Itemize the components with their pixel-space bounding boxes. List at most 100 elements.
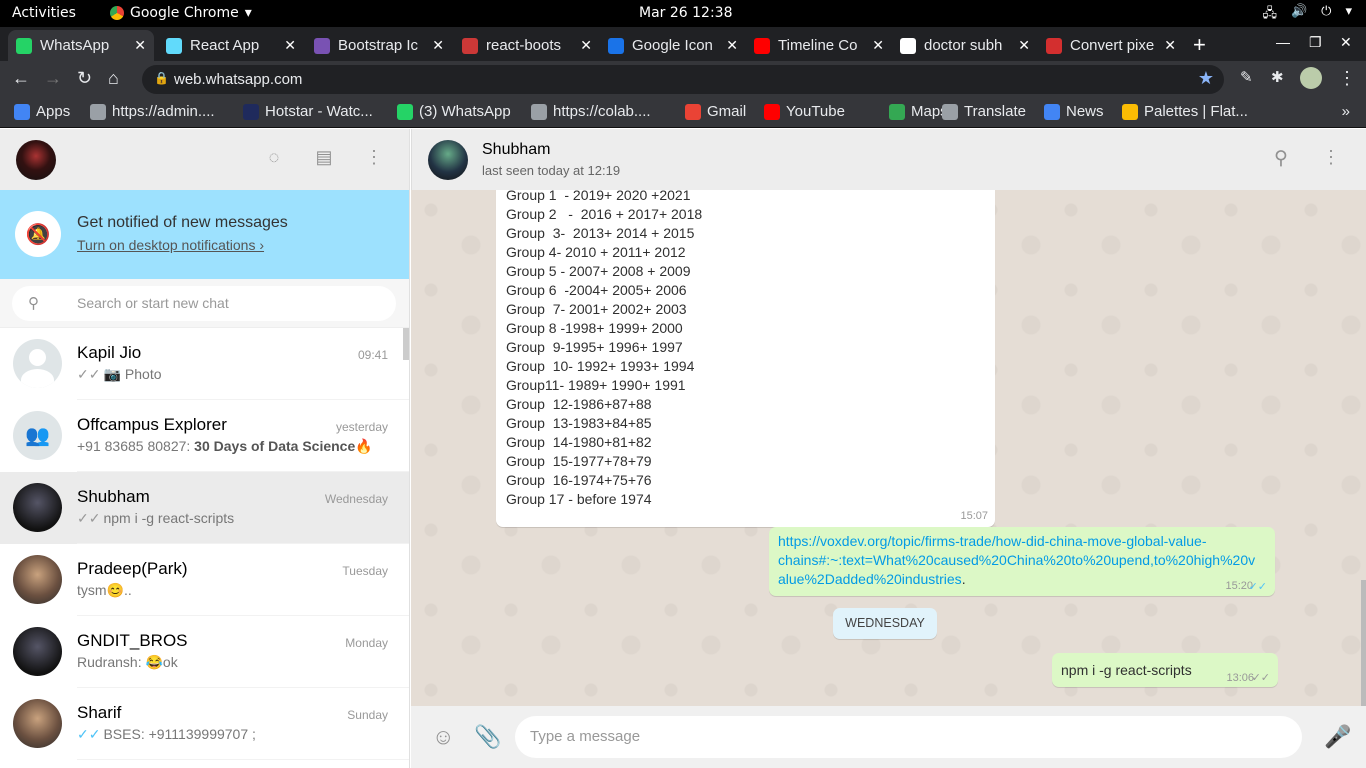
- message-link[interactable]: https://voxdev.org/topic/firms-trade/how…: [778, 532, 1266, 589]
- chat-preview: ok: [162, 654, 178, 670]
- menu-icon[interactable]: ⋮: [1319, 147, 1343, 171]
- message-line: Group 2 - 2016 + 2017+ 2018: [506, 206, 703, 222]
- tab-react[interactable]: React App ✕: [158, 30, 304, 61]
- extension-pen-icon[interactable]: ✎: [1240, 68, 1253, 86]
- emoji-icon[interactable]: ☺: [432, 724, 454, 750]
- chat-item[interactable]: Kapil Jio 09:41 ✓✓ 📷 Photo: [0, 328, 409, 400]
- tab-title: Timeline Co: [778, 37, 858, 54]
- search-icon: ⚲: [28, 295, 39, 312]
- tab-strip: WhatsApp ✕ React App ✕ Bootstrap Ic ✕ react-bo…: [0, 27, 1366, 61]
- outgoing-message[interactable]: npm i -g react-scripts 13:06 ✓✓: [1052, 653, 1278, 687]
- chat-item[interactable]: Shubham Wednesday ✓✓ npm i -g react-scripts: [0, 472, 409, 544]
- message-line: Group 3- 2013+ 2014 + 2015: [506, 225, 695, 241]
- bookmark-item[interactable]: Translate: [942, 103, 1026, 120]
- chat-name: Pradeep(Park): [77, 559, 188, 578]
- close-tab-icon[interactable]: ✕: [580, 37, 592, 54]
- system-top-bar: Activities Google Chrome ▾ Mar 26 12:38 …: [0, 0, 1366, 27]
- chat-item[interactable]: 👥 Offcampus Explorer yesterday +91 83685 80…: [0, 400, 409, 472]
- notification-banner[interactable]: 🔕 Get notified of new messages Turn on d…: [0, 190, 409, 279]
- home-button[interactable]: ⌂: [108, 68, 119, 89]
- minimize-button[interactable]: —: [1276, 34, 1290, 50]
- close-tab-icon[interactable]: ✕: [134, 37, 146, 54]
- app-menu[interactable]: Google Chrome ▾: [110, 5, 252, 21]
- status-icon[interactable]: ◌: [262, 147, 286, 171]
- tab-whatsapp[interactable]: WhatsApp ✕: [8, 30, 154, 61]
- chat-item[interactable]: Pradeep(Park) Tuesday tysm😊..: [0, 544, 409, 616]
- message-line: Group 8 -1998+ 1999+ 2000: [506, 320, 683, 336]
- chat-last-message: ✓✓ npm i -g react-scripts: [77, 510, 234, 527]
- hotstar-icon: [243, 103, 259, 120]
- whatsapp-icon: [16, 37, 32, 54]
- maximize-button[interactable]: ❐: [1309, 34, 1322, 51]
- chat-preview: Photo: [124, 366, 162, 382]
- palette-icon: [1122, 103, 1138, 120]
- activities-button[interactable]: Activities: [12, 5, 76, 21]
- close-tab-icon[interactable]: ✕: [432, 37, 444, 54]
- lock-icon: 🔒: [154, 71, 169, 85]
- bookmark-item[interactable]: Maps: [889, 103, 948, 120]
- bookmark-label: https://colab....: [553, 103, 651, 120]
- my-avatar[interactable]: [16, 140, 56, 180]
- bookmark-item[interactable]: https://colab....: [531, 103, 651, 120]
- extensions-puzzle-icon[interactable]: ✱: [1271, 68, 1284, 86]
- globe-icon: [90, 103, 106, 120]
- chrome-menu-icon[interactable]: ⋮: [1338, 68, 1356, 89]
- bookmark-item[interactable]: News: [1044, 103, 1104, 120]
- tab-youtube[interactable]: Timeline Co ✕: [746, 30, 892, 61]
- reload-button[interactable]: ↻: [77, 68, 92, 89]
- forward-button[interactable]: →: [44, 68, 62, 89]
- outgoing-link-message[interactable]: https://voxdev.org/topic/firms-trade/how…: [769, 527, 1275, 596]
- conversation-header[interactable]: Shubham last seen today at 12:19 ⚲ ⋮: [411, 129, 1366, 190]
- system-tray[interactable]: 🖧 🔊 ⏻ ▾: [1262, 4, 1352, 26]
- bookmark-item[interactable]: https://admin....: [90, 103, 215, 120]
- close-tab-icon[interactable]: ✕: [872, 37, 884, 54]
- omnibox[interactable]: 🔒 web.whatsapp.com ★: [142, 65, 1224, 94]
- message-line: Group 13-1983+84+85: [506, 415, 652, 431]
- bookmark-item[interactable]: Hotstar - Watc...: [243, 103, 373, 120]
- bookmark-item[interactable]: Palettes | Flat...: [1122, 103, 1248, 120]
- chat-item[interactable]: GNDIT_BROS Monday Rudransh: 😂ok: [0, 616, 409, 688]
- tab-convert[interactable]: Convert pixe ✕: [1038, 30, 1184, 61]
- bookmark-star-icon[interactable]: ★: [1198, 68, 1214, 89]
- back-button[interactable]: ←: [12, 68, 30, 89]
- news-icon: [1044, 103, 1060, 120]
- tab-flag[interactable]: Google Icon ✕: [600, 30, 746, 61]
- contact-status: last seen today at 12:19: [482, 163, 621, 178]
- new-tab-button[interactable]: +: [1193, 32, 1206, 58]
- globe-icon: [942, 103, 958, 120]
- conversation-scrollbar[interactable]: [1361, 580, 1366, 706]
- bookmark-item[interactable]: YouTube: [764, 103, 845, 120]
- sidebar-header: ◌ ▤ ⋮: [0, 129, 409, 190]
- globe-icon: [531, 103, 547, 120]
- menu-icon[interactable]: ⋮: [362, 147, 386, 171]
- contact-avatar[interactable]: [428, 140, 468, 180]
- attach-icon[interactable]: 📎: [474, 724, 501, 750]
- bookmark-item[interactable]: (3) WhatsApp: [397, 103, 511, 120]
- message-line: Group 6 -2004+ 2005+ 2006: [506, 282, 687, 298]
- enable-notifications-link[interactable]: Turn on desktop notifications ›: [77, 237, 264, 253]
- notification-title: Get notified of new messages: [77, 214, 288, 231]
- close-tab-icon[interactable]: ✕: [726, 37, 738, 54]
- microphone-icon[interactable]: 🎤: [1324, 724, 1351, 750]
- clock[interactable]: Mar 26 12:38: [639, 5, 732, 21]
- close-tab-icon[interactable]: ✕: [284, 37, 296, 54]
- incoming-message[interactable]: Group 1 - 2019+ 2020 +2021 Group 2 - 2016…: [496, 190, 995, 527]
- message-input[interactable]: Type a message: [515, 716, 1302, 758]
- bookmark-item[interactable]: Apps: [14, 103, 70, 120]
- search-icon[interactable]: ⚲: [1269, 147, 1293, 171]
- read-receipt-icon: ✓✓: [77, 366, 101, 382]
- profile-avatar[interactable]: [1300, 67, 1322, 89]
- tab-title: react-boots: [486, 37, 562, 54]
- chat-item[interactable]: Sharif Sunday ✓✓ BSES: +911139999707 ;: [0, 688, 409, 760]
- tab-google[interactable]: doctor subh ✕: [892, 30, 1038, 61]
- close-tab-icon[interactable]: ✕: [1018, 37, 1030, 54]
- more-bookmarks-icon[interactable]: »: [1342, 103, 1350, 120]
- close-window-button[interactable]: ✕: [1340, 34, 1352, 51]
- close-tab-icon[interactable]: ✕: [1164, 37, 1176, 54]
- message-line: Group 16-1974+75+76: [506, 472, 652, 488]
- search-input[interactable]: ⚲ Search or start new chat: [12, 286, 396, 321]
- new-chat-icon[interactable]: ▤: [312, 147, 336, 171]
- tab-bootstrap[interactable]: Bootstrap Ic ✕: [306, 30, 452, 61]
- tab-npm[interactable]: react-boots ✕: [454, 30, 600, 61]
- bookmark-item[interactable]: Gmail: [685, 103, 746, 120]
